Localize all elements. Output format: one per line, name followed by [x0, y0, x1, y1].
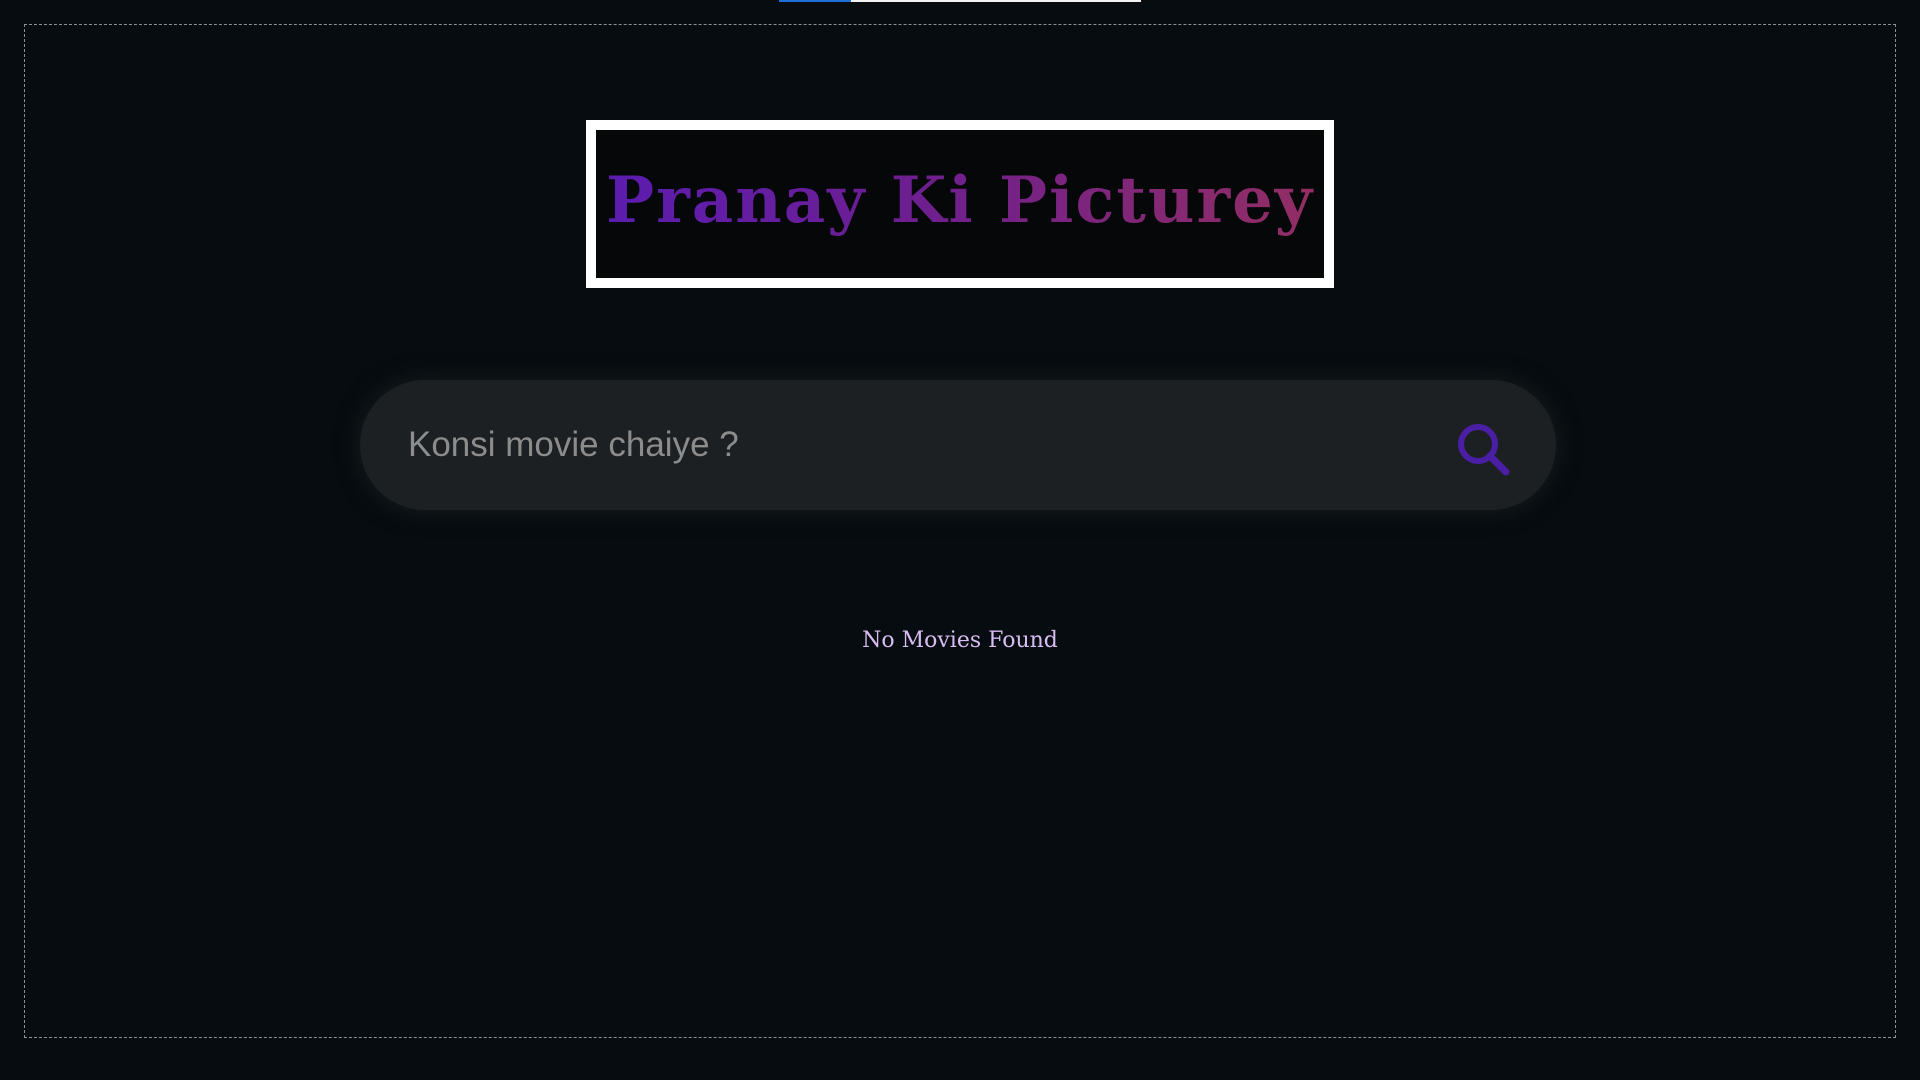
search-input[interactable]: [408, 410, 1388, 480]
search-bar: [360, 380, 1556, 510]
search-icon[interactable]: [1454, 420, 1512, 478]
loading-progress-fill: [779, 0, 852, 2]
loading-progress-bar: [779, 0, 1141, 2]
no-results-message: No Movies Found: [862, 628, 1058, 653]
site-title-box: Pranay Ki Picturey: [586, 120, 1334, 288]
site-title: Pranay Ki Picturey: [605, 163, 1315, 238]
